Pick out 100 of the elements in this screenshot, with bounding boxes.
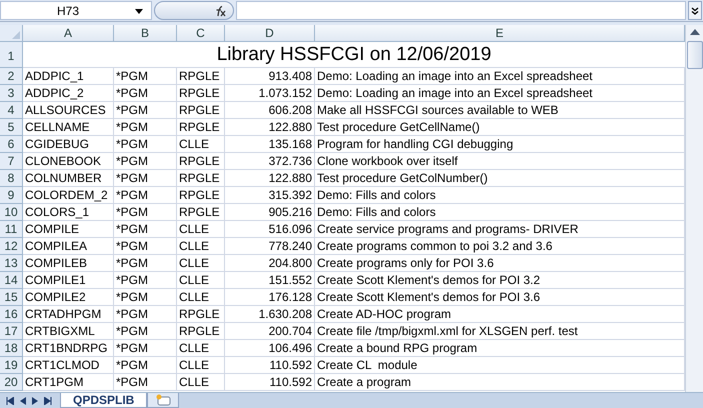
table-cell: Create programs only for POI 3.6 [315,255,685,272]
table-cell: CRT1PGM [23,374,114,391]
row-header[interactable]: 13 [0,255,23,272]
table-cell: RPGLE [177,306,225,323]
row-header[interactable]: 5 [0,119,23,136]
formula-input[interactable] [236,1,686,20]
table-cell: 905.216 [225,204,315,221]
row-header[interactable]: 9 [0,187,23,204]
table-cell: CLLE [177,238,225,255]
insert-function-button[interactable] [154,1,234,20]
last-sheet-icon[interactable] [44,396,52,404]
expand-button[interactable] [688,1,702,20]
row-header[interactable]: 12 [0,238,23,255]
table-cell: *PGM [114,85,177,102]
row-header[interactable]: 8 [0,170,23,187]
row-header[interactable]: 16 [0,306,23,323]
row-header[interactable]: 6 [0,136,23,153]
table-cell: COMPILE2 [23,289,114,306]
table-cell: COLORS_1 [23,204,114,221]
table-cell: COMPILEA [23,238,114,255]
table-cell: *PGM [114,170,177,187]
table-cell: 110.592 [225,357,315,374]
table-cell: 135.168 [225,136,315,153]
table-cell: RPGLE [177,204,225,221]
table-cell: RPGLE [177,323,225,340]
table-cell: 913.408 [225,68,315,85]
table-cell: *PGM [114,374,177,391]
table-cell: *PGM [114,136,177,153]
next-sheet-icon[interactable] [32,396,38,404]
table-cell: 176.128 [225,289,315,306]
insert-sheet-button[interactable] [147,393,180,408]
table-cell: COMPILE [23,221,114,238]
table-cell: *PGM [114,340,177,357]
row-header[interactable]: 18 [0,340,23,357]
table-cell: 606.208 [225,102,315,119]
row-header[interactable]: 15 [0,289,23,306]
row-header[interactable]: 7 [0,153,23,170]
table-cell: Test procedure GetColNumber() [315,170,685,187]
table-cell: CRTBIGXML [23,323,114,340]
table-cell: CLLE [177,255,225,272]
table-cell: *PGM [114,255,177,272]
column-header[interactable]: B [114,25,177,42]
table-cell: 1.630.208 [225,306,315,323]
table-cell: *PGM [114,221,177,238]
scroll-up-icon[interactable] [690,29,700,35]
row-header[interactable]: 19 [0,357,23,374]
table-cell: COMPILEB [23,255,114,272]
table-cell: Program for handling CGI debugging [315,136,685,153]
column-header[interactable]: A [23,25,114,42]
table-cell: *PGM [114,289,177,306]
table-cell: COMPILE1 [23,272,114,289]
sheet-title: Library HSSFCGI on 12/06/2019 [23,42,685,68]
table-cell: CGIDEBUG [23,136,114,153]
row-header[interactable]: 3 [0,85,23,102]
table-cell: ADDPIC_2 [23,85,114,102]
table-cell: *PGM [114,306,177,323]
scroll-thumb[interactable] [686,41,702,69]
table-cell: *PGM [114,272,177,289]
column-header[interactable]: E [315,25,685,42]
table-cell: CRT1CLMOD [23,357,114,374]
table-cell: Demo: Loading an image into an Excel spreadsheet [315,68,685,85]
table-cell: Demo: Fills and colors [315,204,685,221]
column-header[interactable]: C [177,25,225,42]
row-header[interactable]: 10 [0,204,23,221]
new-sheet-icon [154,394,172,406]
table-cell: *PGM [114,119,177,136]
vertical-scrollbar[interactable] [685,25,703,392]
row-header[interactable]: 2 [0,68,23,85]
table-cell: CRT1BNDRPG [23,340,114,357]
table-cell: 200.704 [225,323,315,340]
row-header[interactable]: 17 [0,323,23,340]
table-cell: Create Scott Klement's demos for POI 3.2 [315,272,685,289]
row-header[interactable]: 11 [0,221,23,238]
table-cell: ALLSOURCES [23,102,114,119]
table-cell: CLONEBOOK [23,153,114,170]
column-header[interactable]: D [225,25,315,42]
table-cell: Create AD-HOC program [315,306,685,323]
sheet-tab[interactable]: QPDSPLIB [60,393,148,408]
row-header[interactable]: 1 [0,42,23,68]
table-cell: 106.496 [225,340,315,357]
table-cell: *PGM [114,187,177,204]
dropdown-icon[interactable] [135,9,143,14]
table-cell: COLNUMBER [23,170,114,187]
table-cell: 778.240 [225,238,315,255]
table-cell: Create a program [315,374,685,391]
table-cell: 516.096 [225,221,315,238]
name-box[interactable]: H73 [0,1,152,20]
table-cell: *PGM [114,68,177,85]
table-cell: ADDPIC_1 [23,68,114,85]
table-cell: Make all HSSFCGI sources available to WEB [315,102,685,119]
row-header[interactable]: 4 [0,102,23,119]
table-cell: RPGLE [177,119,225,136]
table-cell: Create a bound RPG program [315,340,685,357]
row-header[interactable]: 14 [0,272,23,289]
table-cell: 1.073.152 [225,85,315,102]
table-cell: 122.880 [225,119,315,136]
first-sheet-icon[interactable] [6,396,14,404]
previous-sheet-icon[interactable] [20,396,26,404]
row-header[interactable]: 20 [0,374,23,391]
table-cell: COLORDEM_2 [23,187,114,204]
